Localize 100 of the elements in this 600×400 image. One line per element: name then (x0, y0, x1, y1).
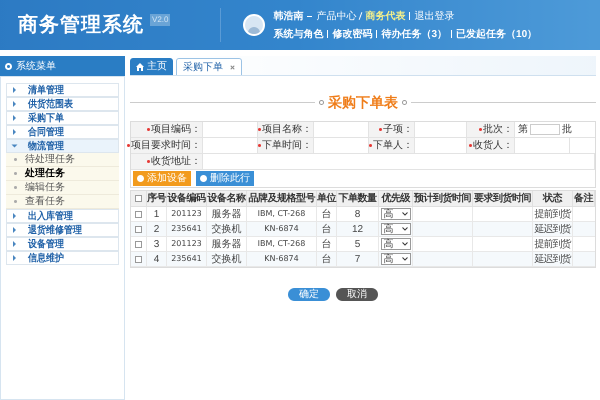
field-label: 项目名称： (262, 123, 312, 137)
sidebar-item-label: 清单管理 (28, 84, 64, 98)
bullet-icon (14, 200, 17, 203)
table-cell: 服务器 (207, 237, 247, 251)
sidebar-item[interactable]: 出入库管理 (6, 209, 119, 223)
table-cell: 交换机 (207, 222, 247, 236)
sidebar-item[interactable]: 物流管理 (6, 139, 119, 153)
sidebar-title: 系统菜单 (16, 60, 56, 74)
table-cell: 235641 (167, 222, 207, 236)
submenu-label: 编辑任务 (25, 180, 65, 195)
batch-prefix: 第 (518, 123, 528, 137)
delete-row-button[interactable]: 删除此行 (196, 171, 254, 186)
priority-select[interactable]: 高 (380, 223, 410, 235)
column-header: 设备名称 (207, 191, 247, 206)
submenu-item[interactable]: 处理任务 (6, 167, 119, 181)
bullet-icon (14, 186, 17, 189)
table-cell: 台 (317, 237, 337, 251)
submenu-item[interactable]: 待处理任务 (6, 153, 119, 167)
priority-select[interactable]: 高 (380, 238, 410, 250)
chevron-down-icon (402, 242, 408, 246)
table-cell: 235641 (167, 252, 207, 266)
breadcrumb-link[interactable]: 产品中心 (316, 8, 356, 24)
checkbox[interactable] (135, 256, 142, 262)
table-cell: 台 (317, 222, 337, 236)
home-icon (136, 62, 144, 70)
sidebar-item[interactable]: 退货维修管理 (6, 223, 119, 237)
table-cell: 4 (147, 252, 167, 266)
submenu-label: 查看任务 (25, 194, 65, 209)
sidebar-item[interactable]: 设备管理 (6, 237, 119, 251)
checkbox[interactable] (135, 210, 142, 218)
column-header: 状态 (533, 191, 573, 206)
column-header: 要求到货时间 (473, 191, 533, 206)
user-name: 韩浩南 (273, 10, 304, 24)
header-link[interactable]: 修改密码 (332, 26, 372, 42)
priority-select[interactable]: 高 (380, 208, 410, 220)
field-label: 项目编码： (151, 122, 201, 137)
table-cell: KN-6874 (247, 252, 317, 266)
sidebar-item[interactable]: 合同管理 (6, 125, 119, 139)
field-label: 子项： (383, 123, 413, 137)
column-header: 单位 (317, 191, 337, 206)
checkbox[interactable] (135, 226, 142, 232)
sidebar-item-label: 采购下单 (28, 112, 64, 126)
table-cell: KN-6874 (247, 222, 317, 236)
table-cell: 台 (317, 252, 337, 266)
bullet-icon (14, 158, 17, 161)
caret-icon (13, 255, 16, 261)
status-cell: 延迟到货 (533, 222, 573, 236)
ring-icon (319, 100, 324, 105)
submenu-item[interactable]: 编辑任务 (6, 181, 119, 195)
column-header: 品牌及规格型号 (247, 191, 317, 206)
field-label: 批次： (483, 122, 513, 137)
caret-icon (13, 129, 16, 135)
cancel-button[interactable]: 取消 (336, 288, 378, 301)
confirm-button[interactable]: 确定 (288, 288, 330, 301)
field-label: 下单时间： (262, 138, 312, 153)
checkbox[interactable] (135, 195, 142, 202)
status-cell: 提前到货 (533, 237, 573, 251)
table-cell: 5 (337, 237, 379, 251)
table-cell: 交换机 (207, 252, 247, 266)
home-tab[interactable]: 主页 (130, 58, 173, 75)
caret-icon (13, 101, 16, 107)
submenu-item[interactable]: 查看任务 (6, 195, 119, 209)
field-label: 收货人： (473, 139, 513, 153)
bullet-icon (14, 172, 17, 175)
sidebar-item[interactable]: 清单管理 (6, 83, 119, 97)
table-cell: 2 (147, 222, 167, 236)
table-cell: 12 (337, 222, 379, 236)
column-header: 备注 (573, 191, 595, 206)
page-tab[interactable]: 采购下单 (176, 58, 242, 75)
header-link[interactable]: 已发起任务（10） (456, 26, 538, 42)
table-cell: 8 (337, 207, 379, 221)
header-link[interactable]: 系统与角色 (273, 26, 324, 42)
caret-icon (13, 87, 16, 93)
header-link[interactable]: 待办任务（3） (381, 26, 448, 42)
table-cell: IBM, CT-268 (247, 237, 317, 251)
sidebar-item[interactable]: 采购下单 (6, 111, 119, 125)
caret-icon (13, 213, 16, 219)
column-header: 预计到货时间 (413, 191, 473, 206)
sidebar-item[interactable]: 信息维护 (6, 251, 119, 265)
sidebar-item-label: 合同管理 (28, 126, 64, 140)
ring-icon (402, 100, 407, 105)
form-title: 采购下单表 (328, 93, 398, 112)
field-label: 收货地址： (151, 154, 201, 169)
column-header: 下单数量 (337, 191, 379, 206)
field-label: 下单人： (373, 138, 413, 153)
chevron-down-icon (402, 212, 408, 216)
priority-select[interactable]: 高 (380, 253, 410, 265)
caret-icon (13, 241, 16, 247)
submenu-label: 处理任务 (25, 166, 65, 181)
caret-icon (13, 115, 16, 121)
sidebar-item-label: 物流管理 (28, 140, 64, 154)
table-cell: 台 (317, 207, 337, 221)
field-label: 项目要求时间： (131, 138, 201, 153)
sidebar-item[interactable]: 供货范围表 (6, 97, 119, 111)
checkbox[interactable] (135, 240, 142, 248)
sidebar-item-label: 退货维修管理 (28, 223, 82, 238)
logout-link[interactable]: 退出登录 (414, 8, 454, 24)
table-cell: 1 (147, 207, 167, 221)
batch-input[interactable] (530, 124, 560, 135)
table-cell: 7 (337, 252, 379, 266)
